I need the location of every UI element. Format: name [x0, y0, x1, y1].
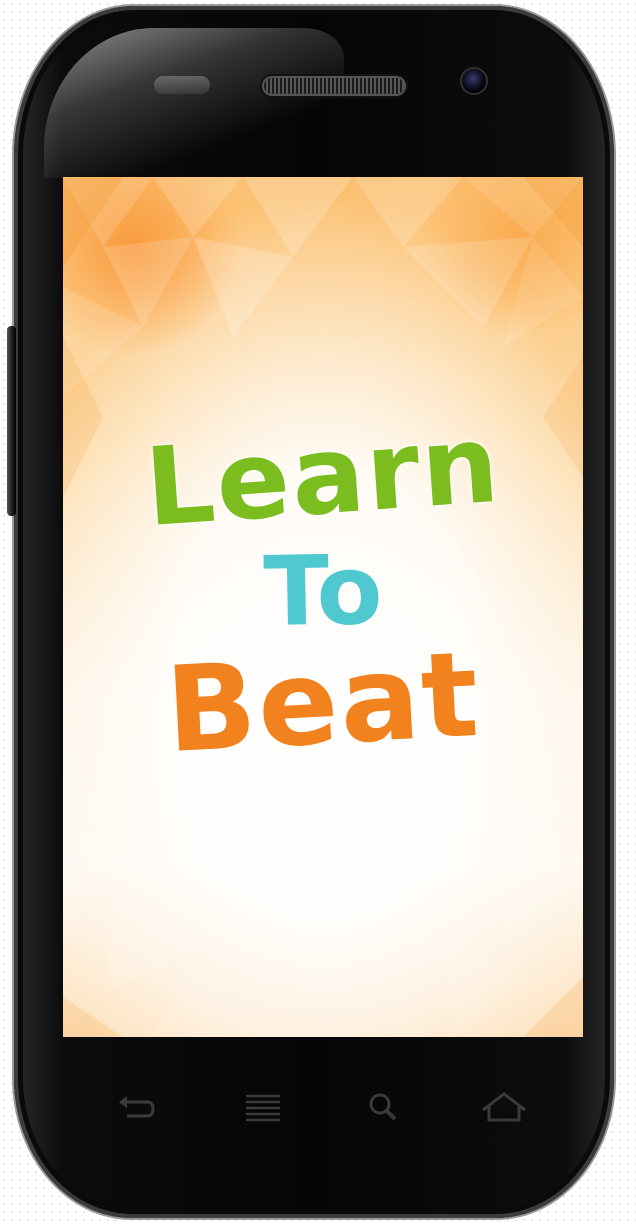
- hardware-nav-bar: [63, 1088, 583, 1128]
- home-button[interactable]: [479, 1088, 529, 1128]
- home-icon: [482, 1092, 526, 1122]
- volume-button[interactable]: [7, 326, 16, 516]
- phone-gloss: [44, 28, 344, 178]
- proximity-sensor: [154, 76, 210, 94]
- back-icon: [119, 1096, 155, 1118]
- search-icon: [369, 1093, 397, 1121]
- title-word-learn: Learn: [141, 401, 505, 552]
- title-word-to: To: [262, 533, 384, 649]
- menu-button[interactable]: [238, 1088, 288, 1128]
- title-word-beat: Beat: [162, 624, 484, 780]
- app-logo-title: Learn To Beat: [63, 177, 583, 1037]
- search-button[interactable]: [359, 1088, 409, 1128]
- earpiece-speaker: [264, 78, 404, 94]
- splash-screen[interactable]: Learn To Beat: [63, 177, 583, 1037]
- front-camera-icon: [462, 69, 486, 93]
- menu-icon: [246, 1094, 280, 1122]
- back-button[interactable]: [113, 1088, 163, 1128]
